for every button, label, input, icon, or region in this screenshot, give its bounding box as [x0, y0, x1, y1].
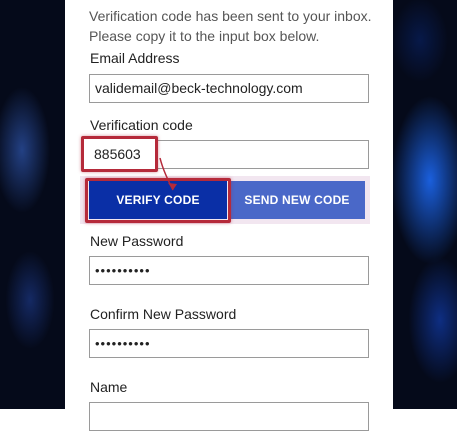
confirm-password-label: Confirm New Password	[90, 306, 237, 322]
name-label: Name	[90, 379, 128, 395]
confirm-password-field[interactable]: ••••••••••	[89, 329, 369, 358]
new-password-field[interactable]: ••••••••••	[89, 256, 369, 285]
new-password-label: New Password	[90, 233, 184, 249]
name-field[interactable]	[89, 402, 369, 431]
